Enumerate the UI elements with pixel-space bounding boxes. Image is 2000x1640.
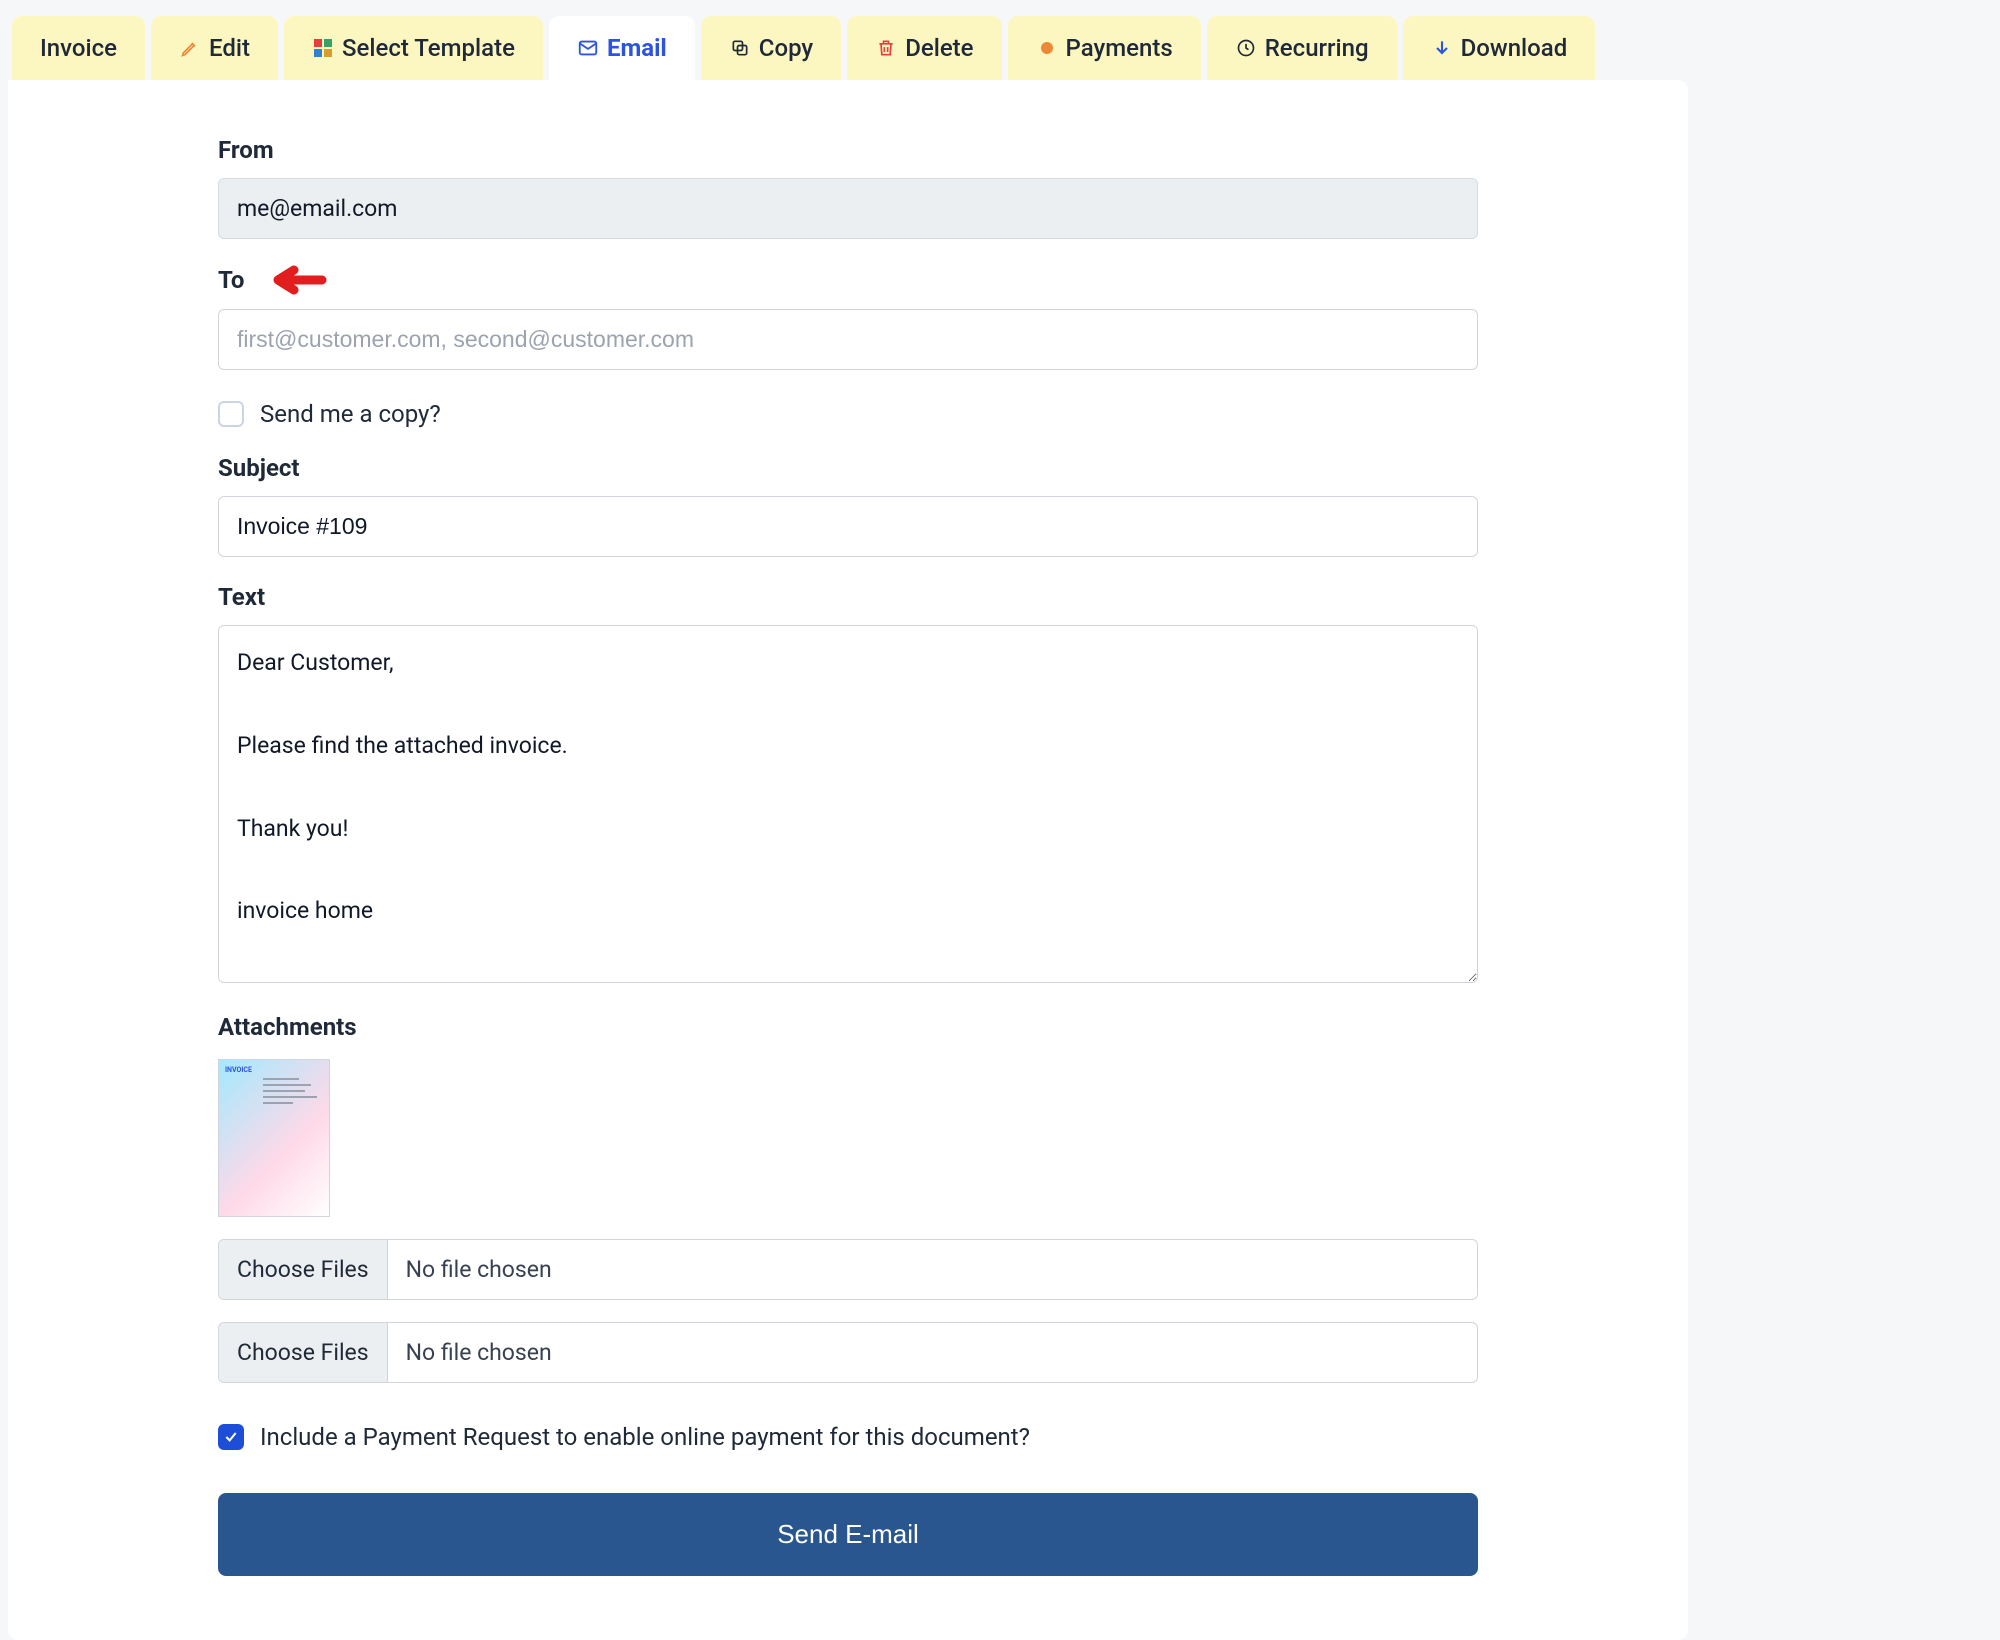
envelope-icon [577, 37, 599, 59]
trash-icon [875, 37, 897, 59]
tab-label: Copy [759, 34, 813, 62]
subject-label: Subject [218, 454, 1478, 482]
attachments-label: Attachments [218, 1013, 1478, 1041]
pencil-icon [179, 37, 201, 59]
file-picker-2[interactable]: Choose Files No file chosen [218, 1322, 1478, 1383]
tab-copy[interactable]: Copy [701, 16, 841, 80]
file-picker-status: No file chosen [388, 1323, 570, 1382]
tab-label: Edit [209, 34, 250, 62]
attachment-thumbnail[interactable]: INVOICE [218, 1059, 330, 1217]
send-email-button[interactable]: Send E-mail [218, 1493, 1478, 1576]
subject-input[interactable] [218, 496, 1478, 557]
arrow-annotation-icon [264, 265, 330, 295]
text-label: Text [218, 583, 1478, 611]
tab-invoice[interactable]: Invoice [12, 16, 145, 80]
tab-label: Download [1461, 34, 1568, 62]
to-input[interactable] [218, 309, 1478, 370]
text-input[interactable] [218, 625, 1478, 983]
tab-label: Recurring [1265, 34, 1369, 62]
to-label: To [218, 265, 1478, 295]
tab-label: Delete [905, 34, 973, 62]
file-picker-status: No file chosen [388, 1240, 570, 1299]
file-picker-1[interactable]: Choose Files No file chosen [218, 1239, 1478, 1300]
from-field: me@email.com [218, 178, 1478, 239]
payment-request-checkbox[interactable] [218, 1424, 244, 1450]
clock-icon [1235, 37, 1257, 59]
tab-download[interactable]: Download [1403, 16, 1596, 80]
tab-bar: Invoice Edit Select Template Email Copy [8, 16, 1688, 80]
circle-icon [1036, 37, 1058, 59]
send-copy-label: Send me a copy? [260, 400, 441, 428]
tab-email[interactable]: Email [549, 16, 695, 80]
tab-edit[interactable]: Edit [151, 16, 278, 80]
tab-label: Select Template [342, 34, 515, 62]
attachment-thumb-title: INVOICE [225, 1066, 252, 1074]
email-panel: From me@email.com To Send me a copy? Sub… [8, 80, 1688, 1640]
tab-payments[interactable]: Payments [1008, 16, 1201, 80]
tab-select-template[interactable]: Select Template [284, 16, 543, 80]
tab-label: Invoice [40, 34, 117, 62]
tab-delete[interactable]: Delete [847, 16, 1001, 80]
choose-files-button[interactable]: Choose Files [219, 1323, 388, 1382]
tab-label: Email [607, 34, 667, 62]
send-copy-checkbox[interactable] [218, 401, 244, 427]
from-label: From [218, 136, 1478, 164]
copy-icon [729, 37, 751, 59]
payment-request-label: Include a Payment Request to enable onli… [260, 1423, 1030, 1451]
tab-label: Payments [1066, 34, 1173, 62]
to-label-text: To [218, 266, 244, 294]
choose-files-button[interactable]: Choose Files [219, 1240, 388, 1299]
tab-recurring[interactable]: Recurring [1207, 16, 1397, 80]
grid-icon [312, 37, 334, 59]
download-icon [1431, 37, 1453, 59]
attachment-thumb-lines [263, 1078, 323, 1108]
